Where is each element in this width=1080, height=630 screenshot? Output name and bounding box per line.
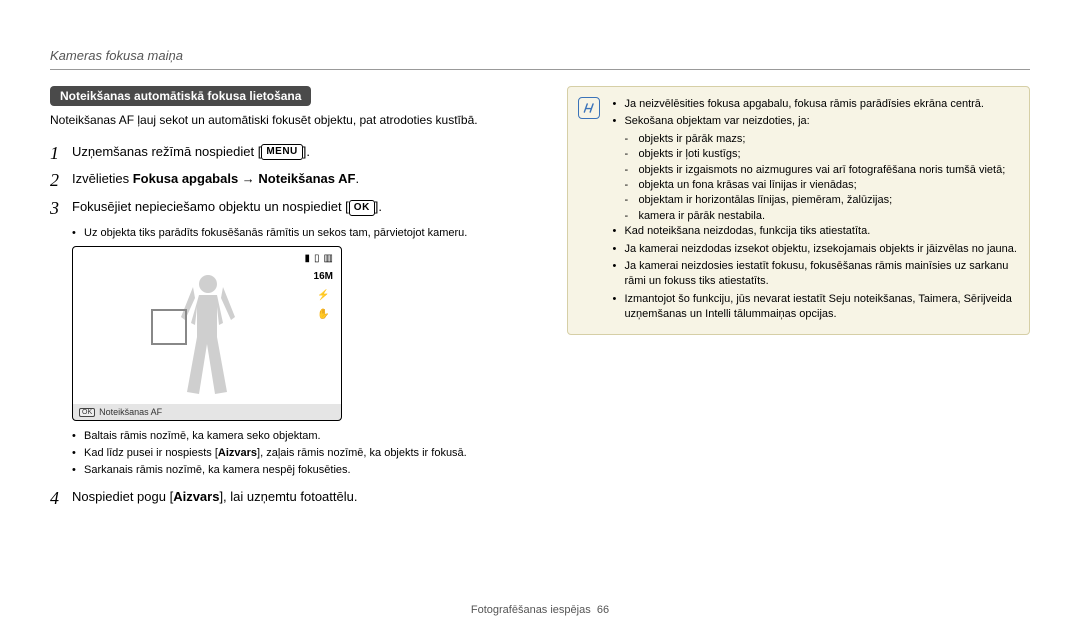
footer-page-number: 66 bbox=[597, 604, 609, 616]
step-4: 4 Nospiediet pogu [Aizvars], lai uzņemtu… bbox=[50, 488, 537, 510]
step-text: ]. bbox=[303, 144, 310, 159]
bullet-text: Kad līdz pusei ir nospiests [ bbox=[84, 447, 218, 459]
step-number: 1 bbox=[50, 143, 72, 165]
step-2: 2 Izvēlieties Fokusa apgabals → Noteikša… bbox=[50, 170, 537, 192]
bullet-text: Baltais rāmis nozīmē, ka kamera seko obj… bbox=[84, 429, 321, 444]
step-text: ], lai uzņemtu fotoattēlu. bbox=[219, 489, 357, 504]
camera-preview-illustration: ▮ ▯ ▥ 16M ⚡ ✋ OK Noteikšanas AF bbox=[72, 246, 342, 421]
note-dash: objekts ir izgaismots no aizmugures vai … bbox=[638, 163, 1005, 178]
menu-tag-icon: MENU bbox=[261, 144, 302, 160]
bullet-bold: Aizvars bbox=[218, 447, 257, 459]
note-icon bbox=[578, 97, 600, 119]
note-dash: objekta un fona krāsas vai līnijas ir vi… bbox=[638, 178, 856, 193]
step-text: Uzņemšanas režīmā nospiediet [ bbox=[72, 144, 261, 159]
step-number: 4 bbox=[50, 488, 72, 510]
intro-text: Noteikšanas AF ļauj sekot un automātiski… bbox=[50, 112, 537, 129]
step-1: 1 Uzņemšanas režīmā nospiediet [MENU]. bbox=[50, 143, 537, 165]
ok-small-tag: OK bbox=[79, 408, 95, 417]
step-bold: Noteikšanas AF bbox=[258, 171, 355, 186]
bullet-text: ], zaļais rāmis nozīmē, ka objekts ir fo… bbox=[257, 447, 467, 459]
step-3-sublist: •Uz objekta tiks parādīts fokusēšanās rā… bbox=[72, 226, 537, 241]
note-dash: kamera ir pārāk nestabila. bbox=[638, 209, 765, 224]
footer-section: Fotografēšanas iespējas bbox=[471, 604, 591, 616]
bullet-text: Uz objekta tiks parādīts fokusēšanās rām… bbox=[84, 226, 467, 241]
hand-icon: ✋ bbox=[317, 309, 329, 320]
step-text: Izvēlieties bbox=[72, 171, 133, 186]
note-text: Izmantojot šo funkciju, jūs nevarat iest… bbox=[624, 292, 1017, 323]
focus-frame-icon bbox=[151, 309, 187, 345]
note-dash: objekts ir ļoti kustīgs; bbox=[638, 147, 740, 162]
step-arrow: → bbox=[238, 171, 258, 186]
page-footer: Fotografēšanas iespējas 66 bbox=[0, 604, 1080, 616]
note-text: Ja kamerai neizdosies iestatīt fokusu, f… bbox=[624, 259, 1017, 290]
step-bold: Aizvars bbox=[173, 489, 219, 504]
section-heading-chip: Noteikšanas automātiskā fokusa lietošana bbox=[50, 86, 311, 106]
step-3-sublist-after: •Baltais rāmis nozīmē, ka kamera seko ob… bbox=[72, 429, 537, 478]
note-callout: •Ja neizvēlēsities fokusa apgabalu, foku… bbox=[567, 86, 1030, 335]
step-number: 3 bbox=[50, 198, 72, 220]
battery-bar-icon: ▮ bbox=[305, 253, 311, 264]
step-bold: Fokusa apgabals bbox=[133, 171, 238, 186]
flash-icon: ⚡ bbox=[317, 290, 329, 301]
display-mode-label: Noteikšanas AF bbox=[99, 407, 162, 417]
step-number: 2 bbox=[50, 170, 72, 192]
note-text: Kad noteikšana neizdodas, funkcija tiks … bbox=[624, 224, 870, 239]
header-divider bbox=[50, 69, 1030, 70]
bullet-text: Sarkanais rāmis nozīmē, ka kamera nespēj… bbox=[84, 463, 351, 478]
battery-icon: ▥ bbox=[324, 253, 333, 264]
card-icon: ▯ bbox=[314, 253, 320, 264]
step-text: ]. bbox=[375, 199, 382, 214]
ok-tag-icon: OK bbox=[349, 200, 375, 216]
note-text: Ja neizvēlēsities fokusa apgabalu, fokus… bbox=[624, 97, 984, 112]
step-text: Fokusējiet nepieciešamo objektu un nospi… bbox=[72, 199, 349, 214]
breadcrumb-title: Kameras fokusa maiņa bbox=[50, 48, 1030, 63]
note-dash: objekts ir pārāk mazs; bbox=[638, 132, 745, 147]
step-3: 3 Fokusējiet nepieciešamo objektu un nos… bbox=[50, 198, 537, 220]
note-text: Ja kamerai neizdodas izsekot objektu, iz… bbox=[624, 242, 1017, 257]
note-dash: objektam ir horizontālas līnijas, piemēr… bbox=[638, 193, 892, 208]
step-text: Nospiediet pogu [ bbox=[72, 489, 173, 504]
resolution-icon: 16M bbox=[314, 271, 333, 282]
step-text: . bbox=[355, 171, 359, 186]
note-text: Sekošana objektam var neizdoties, ja: bbox=[624, 114, 809, 129]
